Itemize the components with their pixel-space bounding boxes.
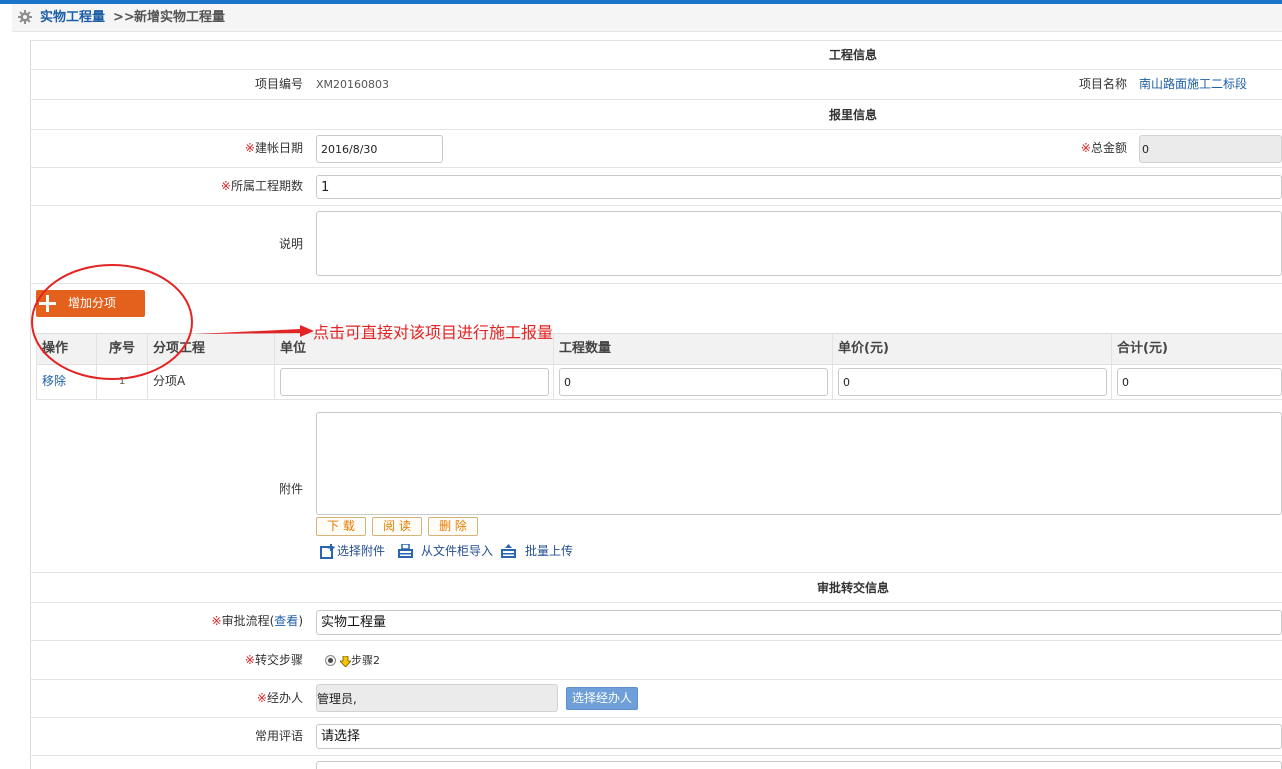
handler-field bbox=[316, 684, 558, 712]
column-header-item-name: 分项工程 bbox=[148, 334, 275, 364]
read-button[interactable]: 阅 读 bbox=[372, 517, 422, 536]
import-from-cabinet-link[interactable]: 从文件柜导入 bbox=[421, 542, 493, 560]
add-item-button-label: 增加分项 bbox=[68, 296, 117, 310]
total-cell bbox=[1112, 365, 1282, 399]
total-amount-field bbox=[1139, 135, 1282, 163]
add-item-button[interactable]: 增加分项 bbox=[36, 290, 145, 317]
section-project-info: 工程信息 bbox=[30, 40, 1282, 70]
required-mark: ※ bbox=[1080, 141, 1091, 155]
required-mark: ※ bbox=[220, 179, 231, 193]
unit-cell bbox=[275, 365, 554, 399]
transfer-step-label: ※转交步骤 bbox=[30, 641, 303, 679]
handler-label: ※经办人 bbox=[30, 680, 303, 717]
row-project-period: ※所属工程期数 bbox=[30, 168, 1282, 206]
section-title-approval: 审批转交信息 bbox=[816, 581, 890, 595]
remove-item-link[interactable]: 移除 bbox=[42, 374, 66, 388]
total-input[interactable] bbox=[1117, 368, 1282, 396]
select-attachment-link[interactable]: 选择附件 bbox=[337, 542, 385, 560]
action-cell: 移除 bbox=[36, 365, 97, 399]
project-period-label-text: 所属工程期数 bbox=[230, 179, 303, 193]
breadcrumb-parent-link[interactable]: 实物工程量 bbox=[40, 4, 105, 31]
required-mark: ※ bbox=[244, 653, 255, 667]
approval-flow-label-text: 审批流程 bbox=[221, 614, 270, 628]
account-date-input[interactable] bbox=[316, 135, 443, 163]
plus-icon bbox=[39, 295, 56, 312]
unit-price-input[interactable] bbox=[838, 368, 1107, 396]
down-arrow-icon bbox=[339, 655, 352, 668]
common-comment-select[interactable]: 请选择 bbox=[316, 724, 1282, 749]
column-header-total: 合计(元) bbox=[1117, 341, 1168, 356]
required-mark: ※ bbox=[256, 691, 267, 705]
paren-close: ) bbox=[298, 614, 303, 628]
transfer-step-label-text: 转交步骤 bbox=[254, 653, 303, 667]
index-cell: 1 bbox=[97, 365, 148, 399]
breadcrumb-current: 新增实物工程量 bbox=[134, 10, 226, 25]
item-name-cell: 分项A bbox=[148, 365, 275, 399]
total-amount-label-text: 总金额 bbox=[1090, 141, 1127, 155]
partial-field[interactable] bbox=[316, 761, 1282, 769]
attachment-list[interactable] bbox=[316, 412, 1282, 515]
description-textarea[interactable] bbox=[316, 211, 1282, 276]
attachment-label: 附件 bbox=[278, 482, 303, 496]
approval-flow-select[interactable]: 实物工程量 bbox=[316, 610, 1282, 635]
radio-checked-dot bbox=[328, 658, 333, 663]
row-project-code: 项目编号 XM20160803 项目名称 南山路面施工二标段 bbox=[30, 70, 1282, 100]
column-header-unit-price: 单价(元) bbox=[833, 334, 1112, 364]
section-title-report-info: 报里信息 bbox=[828, 108, 878, 122]
items-table-header: 操作 序号 分项工程 单位 工程数量 单价(元) 合计(元) bbox=[36, 333, 1282, 365]
required-mark: ※ bbox=[244, 141, 255, 155]
total-amount-label: ※总金额 bbox=[930, 130, 1127, 167]
common-comment-label: 常用评语 bbox=[254, 729, 303, 743]
project-name-link[interactable]: 南山路面施工二标段 bbox=[1139, 70, 1247, 99]
project-name-label: 项目名称 bbox=[1078, 77, 1127, 91]
unit-price-cell bbox=[833, 365, 1112, 399]
approval-flow-label: ※审批流程(查看) bbox=[30, 603, 303, 640]
row-approval-flow: ※审批流程(查看) 实物工程量 bbox=[30, 603, 1282, 641]
description-label: 说明 bbox=[278, 237, 303, 251]
table-row: 移除 1 分项A bbox=[36, 365, 1282, 400]
row-add-item: 增加分项 bbox=[30, 284, 1282, 333]
view-flow-link[interactable]: 查看 bbox=[274, 614, 298, 628]
row-transfer-step: ※转交步骤 步骤2 bbox=[30, 641, 1282, 680]
column-header-index: 序号 bbox=[97, 334, 148, 364]
section-report-info: 报里信息 bbox=[30, 100, 1282, 130]
row-description: 说明 bbox=[30, 206, 1282, 284]
breadcrumb: 实物工程量 >> 新增实物工程量 bbox=[12, 4, 1282, 32]
required-mark: ※ bbox=[211, 614, 222, 628]
step-radio[interactable] bbox=[325, 655, 336, 666]
account-date-label: ※建帐日期 bbox=[30, 130, 303, 167]
step-option-label: 步骤2 bbox=[351, 654, 380, 667]
row-attachment: 附件 下 载 阅 读 删 除 选择附件 从文件柜导入 批量上传 bbox=[30, 400, 1282, 573]
gear-icon bbox=[18, 10, 32, 24]
project-period-label: ※所属工程期数 bbox=[30, 168, 303, 205]
row-partial bbox=[30, 756, 1282, 769]
items-table: 操作 序号 分项工程 单位 工程数量 单价(元) 合计(元) 移除 1 分项A bbox=[36, 333, 1282, 400]
project-code-label: 项目编号 bbox=[254, 77, 303, 91]
delete-button[interactable]: 删 除 bbox=[428, 517, 478, 536]
row-account-date: ※建帐日期 ※总金额 bbox=[30, 130, 1282, 168]
section-title-project-info: 工程信息 bbox=[828, 48, 878, 62]
select-handler-button[interactable]: 选择经办人 bbox=[566, 687, 638, 710]
column-header-quantity: 工程数量 bbox=[554, 334, 833, 364]
download-button[interactable]: 下 载 bbox=[316, 517, 366, 536]
batch-upload-link[interactable]: 批量上传 bbox=[525, 542, 573, 560]
cabinet-import-icon[interactable] bbox=[398, 543, 413, 559]
quantity-input[interactable] bbox=[559, 368, 828, 396]
batch-upload-icon[interactable] bbox=[501, 544, 516, 559]
account-date-label-text: 建帐日期 bbox=[254, 141, 303, 155]
row-handler: ※经办人 选择经办人 bbox=[30, 680, 1282, 718]
row-common-comment: 常用评语 请选择 bbox=[30, 718, 1282, 756]
unit-input[interactable] bbox=[280, 368, 549, 396]
project-period-input[interactable] bbox=[316, 175, 1282, 199]
section-approval: 审批转交信息 bbox=[30, 573, 1282, 603]
project-code-value: XM20160803 bbox=[316, 78, 390, 91]
quantity-cell bbox=[554, 365, 833, 399]
add-file-icon[interactable] bbox=[320, 544, 335, 559]
column-header-action: 操作 bbox=[36, 334, 97, 364]
handler-label-text: 经办人 bbox=[266, 691, 303, 705]
breadcrumb-separator: >> bbox=[113, 10, 135, 25]
annotation-text: 点击可直接对该项目进行施工报量 bbox=[313, 323, 554, 342]
